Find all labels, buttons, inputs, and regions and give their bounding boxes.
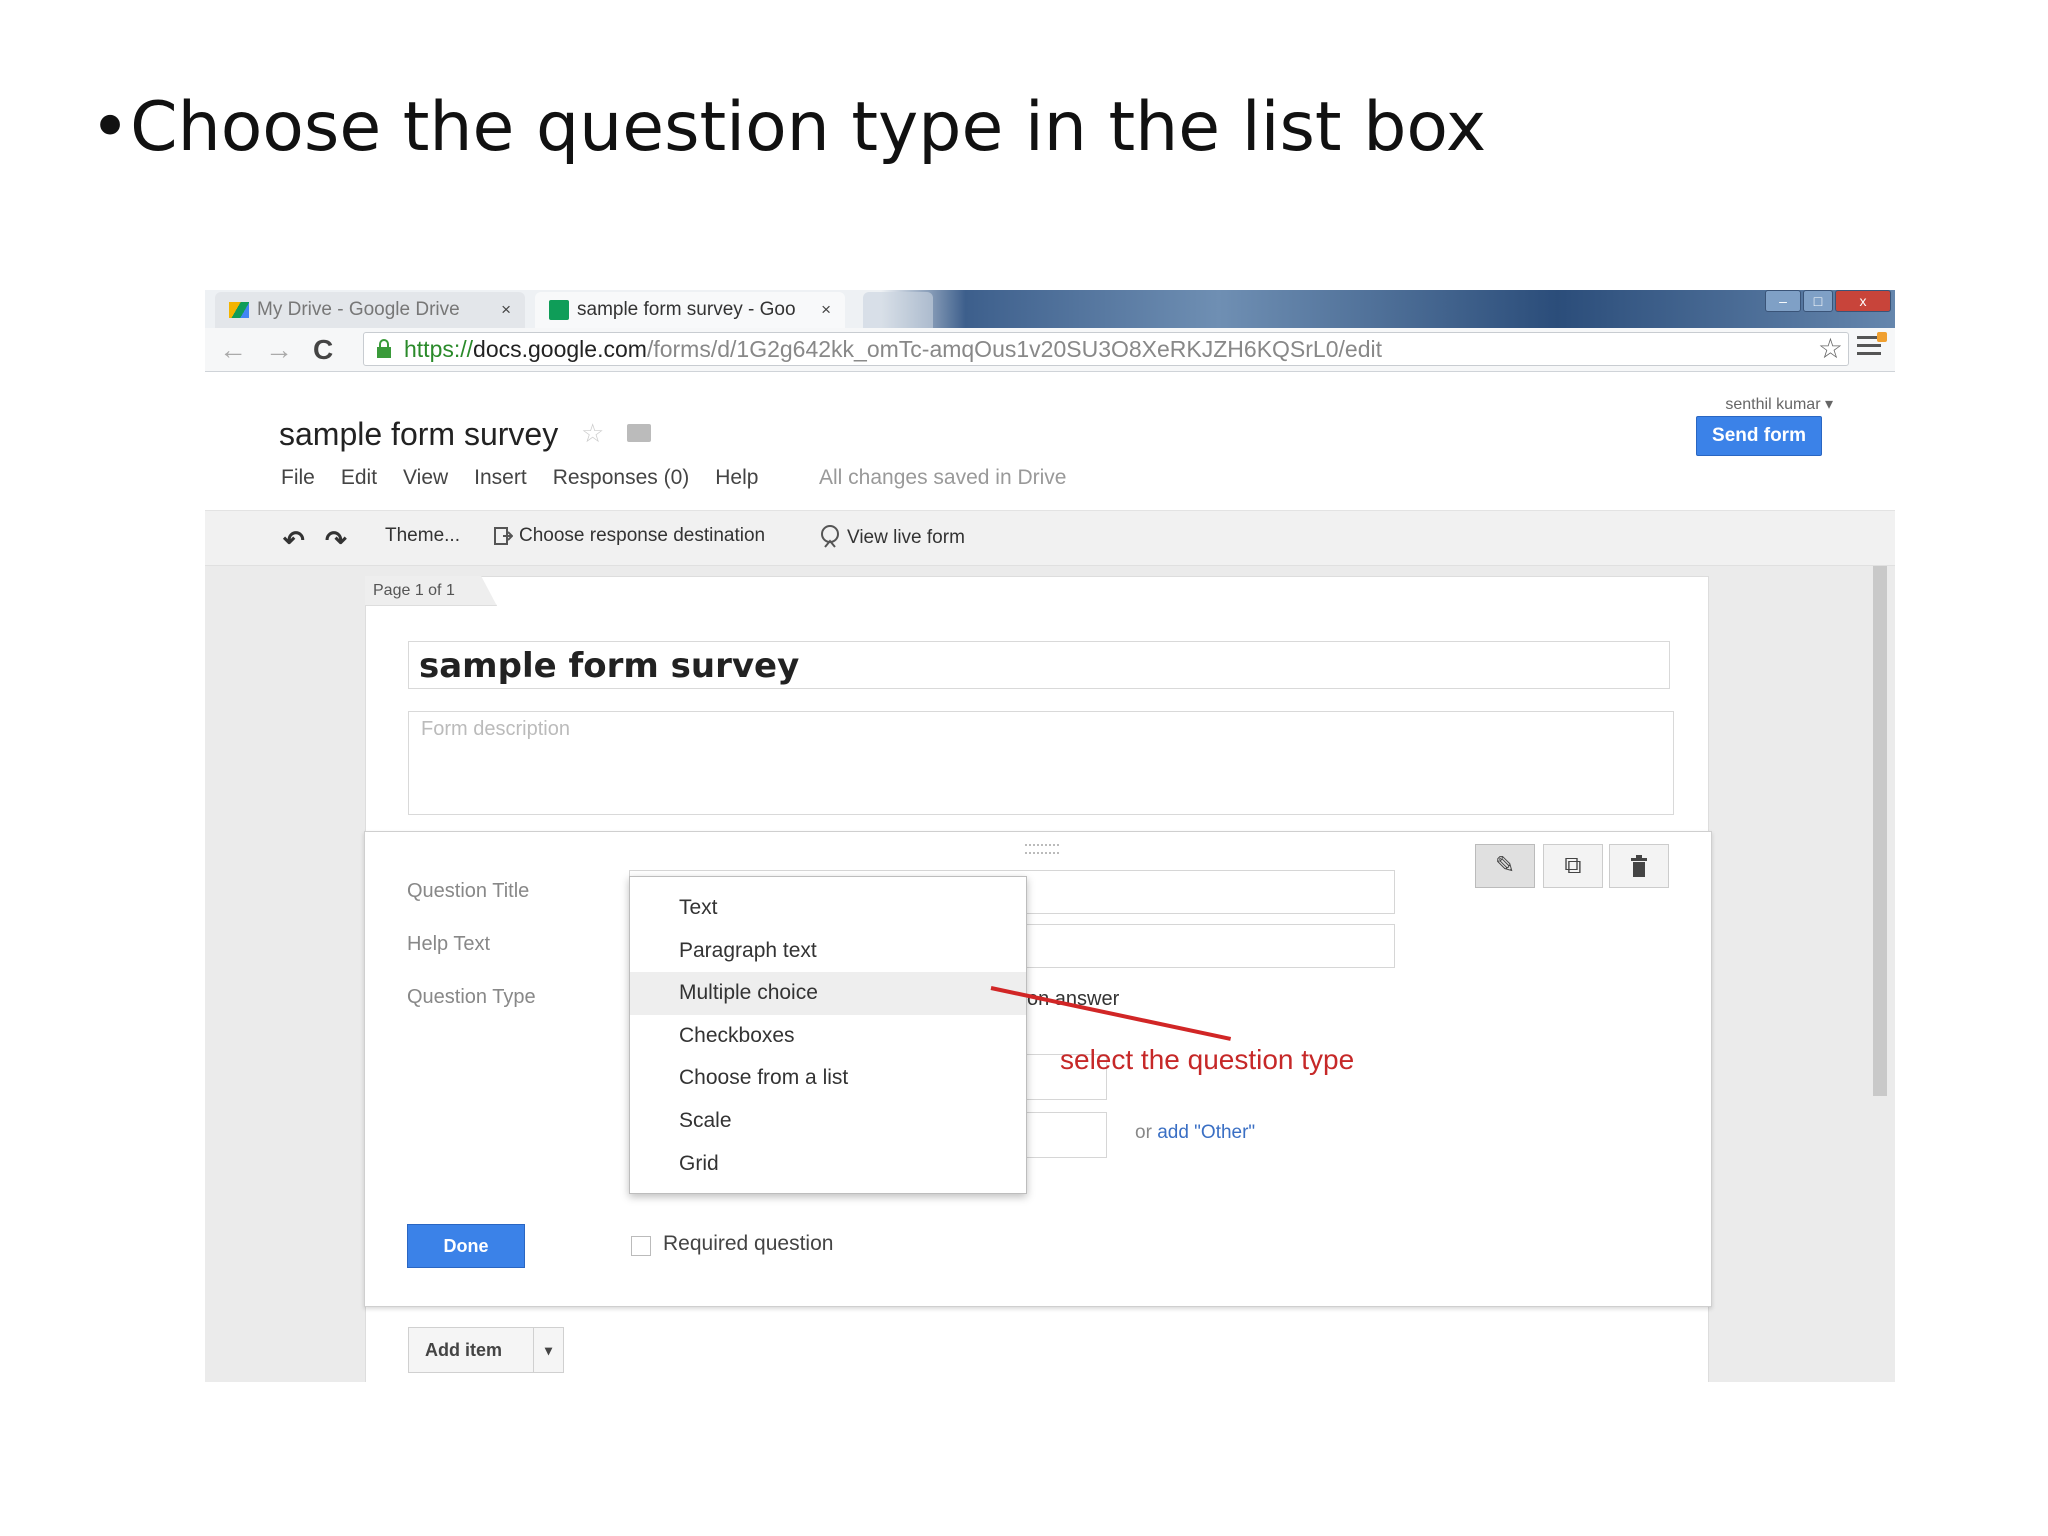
tab-label: sample form survey - Goo bbox=[577, 299, 796, 320]
type-option-text[interactable]: Text bbox=[630, 887, 1026, 930]
chevron-down-icon[interactable]: ▾ bbox=[533, 1328, 563, 1372]
response-destination-button[interactable]: Choose response destination bbox=[493, 525, 765, 547]
vertical-scrollbar[interactable] bbox=[1873, 566, 1887, 1096]
window-controls: – □ x bbox=[1765, 290, 1891, 312]
add-other-link-text[interactable]: add "Other" bbox=[1157, 1122, 1255, 1143]
tab-label: My Drive - Google Drive bbox=[257, 299, 460, 320]
live-form-icon bbox=[821, 525, 839, 548]
user-menu[interactable]: senthil kumar ▾ bbox=[1725, 394, 1833, 414]
menu-bar: File Edit View Insert Responses (0) Help bbox=[281, 466, 758, 490]
drive-icon bbox=[229, 302, 249, 318]
live-form-label: View live form bbox=[847, 527, 965, 548]
form-canvas: Page 1 of 1 sample form survey Form desc… bbox=[205, 566, 1895, 1382]
editor-toolbar: ↶ ↷ Theme... Choose response destination… bbox=[205, 510, 1895, 566]
send-form-button[interactable]: Send form bbox=[1696, 416, 1822, 456]
drag-handle[interactable] bbox=[1025, 844, 1059, 854]
close-window-button[interactable]: x bbox=[1835, 290, 1891, 312]
form-page: Page 1 of 1 sample form survey Form desc… bbox=[364, 576, 1712, 1382]
maximize-button[interactable]: □ bbox=[1803, 290, 1833, 312]
reload-icon[interactable]: C bbox=[313, 334, 333, 366]
new-tab-button[interactable] bbox=[863, 292, 933, 328]
star-icon[interactable]: ☆ bbox=[581, 418, 604, 449]
forms-editor: sample form survey ☆ File Edit View Inse… bbox=[205, 372, 1895, 1382]
required-label: Required question bbox=[663, 1232, 834, 1255]
forward-icon[interactable]: → bbox=[265, 334, 293, 366]
url-domain: docs.google.com bbox=[473, 336, 647, 362]
save-status: All changes saved in Drive bbox=[819, 466, 1067, 489]
trash-icon[interactable] bbox=[1609, 844, 1669, 888]
destination-label: Choose response destination bbox=[519, 525, 766, 546]
browser-screenshot: My Drive - Google Drive × sample form su… bbox=[205, 290, 1895, 1382]
menu-file[interactable]: File bbox=[281, 466, 315, 490]
type-option-scale[interactable]: Scale bbox=[630, 1100, 1026, 1143]
menu-help[interactable]: Help bbox=[715, 466, 758, 490]
theme-button[interactable]: Theme... bbox=[385, 525, 460, 547]
back-icon[interactable]: ← bbox=[219, 334, 247, 366]
help-text-label: Help Text bbox=[407, 933, 491, 955]
menu-edit[interactable]: Edit bbox=[341, 466, 377, 490]
tab-strip: My Drive - Google Drive × sample form su… bbox=[205, 290, 1895, 328]
add-item-label: Add item bbox=[425, 1340, 503, 1360]
tab-my-drive[interactable]: My Drive - Google Drive × bbox=[215, 292, 525, 328]
trash-glyph bbox=[1631, 855, 1647, 877]
question-title-label: Question Title bbox=[407, 880, 530, 902]
doc-title[interactable]: sample form survey bbox=[279, 416, 558, 453]
view-live-form-button[interactable]: View live form bbox=[819, 525, 965, 551]
page-indicator: Page 1 of 1 bbox=[365, 576, 497, 606]
type-option-checkboxes[interactable]: Checkboxes bbox=[630, 1015, 1026, 1058]
address-bar-row: ← → C https://docs.google.com/forms/d/1G… bbox=[205, 328, 1895, 372]
menu-view[interactable]: View bbox=[403, 466, 448, 490]
bookmark-star-icon[interactable]: ☆ bbox=[1818, 332, 1843, 365]
minimize-button[interactable]: – bbox=[1765, 290, 1801, 312]
type-option-multiple-choice[interactable]: Multiple choice bbox=[630, 972, 1026, 1015]
tab-sample-form[interactable]: sample form survey - Goo × bbox=[535, 292, 845, 328]
done-button[interactable]: Done bbox=[407, 1224, 525, 1268]
required-checkbox[interactable] bbox=[631, 1236, 651, 1256]
form-description-input[interactable]: Form description bbox=[408, 711, 1674, 815]
export-icon bbox=[494, 527, 513, 545]
type-option-list[interactable]: Choose from a list bbox=[630, 1057, 1026, 1100]
chrome-menu-icon[interactable] bbox=[1857, 332, 1887, 356]
lock-icon bbox=[377, 339, 391, 358]
url-scheme: https:// bbox=[404, 336, 474, 362]
duplicate-icon[interactable]: ⧉ bbox=[1543, 844, 1603, 888]
close-tab-icon[interactable]: × bbox=[821, 300, 831, 320]
url-path: /forms/d/1G2g642kk_omTc-amqOus1v20SU3O8X… bbox=[646, 336, 1382, 362]
url-field[interactable]: https://docs.google.com/forms/d/1G2g642k… bbox=[363, 332, 1849, 366]
form-title-input[interactable]: sample form survey bbox=[408, 641, 1670, 689]
redo-icon[interactable]: ↷ bbox=[325, 525, 347, 556]
forms-icon bbox=[549, 300, 569, 320]
slide: •Choose the question type in the list bo… bbox=[0, 0, 2048, 1536]
add-other-link[interactable]: or add "Other" bbox=[1135, 1122, 1255, 1144]
annotation-text: select the question type bbox=[1060, 1044, 1355, 1075]
slide-bullet-text: •Choose the question type in the list bo… bbox=[90, 88, 1487, 167]
close-tab-icon[interactable]: × bbox=[501, 300, 511, 320]
menu-insert[interactable]: Insert bbox=[474, 466, 527, 490]
add-item-button[interactable]: Add item ▾ bbox=[408, 1327, 564, 1373]
edit-pencil-icon[interactable]: ✎ bbox=[1475, 844, 1535, 888]
question-editor: Question Title Help Text Question Type o… bbox=[364, 831, 1712, 1307]
question-type-label: Question Type bbox=[407, 986, 536, 1008]
menu-responses[interactable]: Responses (0) bbox=[553, 466, 690, 490]
type-option-paragraph[interactable]: Paragraph text bbox=[630, 930, 1026, 973]
question-type-dropdown[interactable]: Text Paragraph text Multiple choice Chec… bbox=[629, 876, 1027, 1194]
undo-icon[interactable]: ↶ bbox=[283, 525, 305, 556]
folder-icon[interactable] bbox=[627, 424, 651, 442]
type-option-grid[interactable]: Grid bbox=[630, 1143, 1026, 1186]
